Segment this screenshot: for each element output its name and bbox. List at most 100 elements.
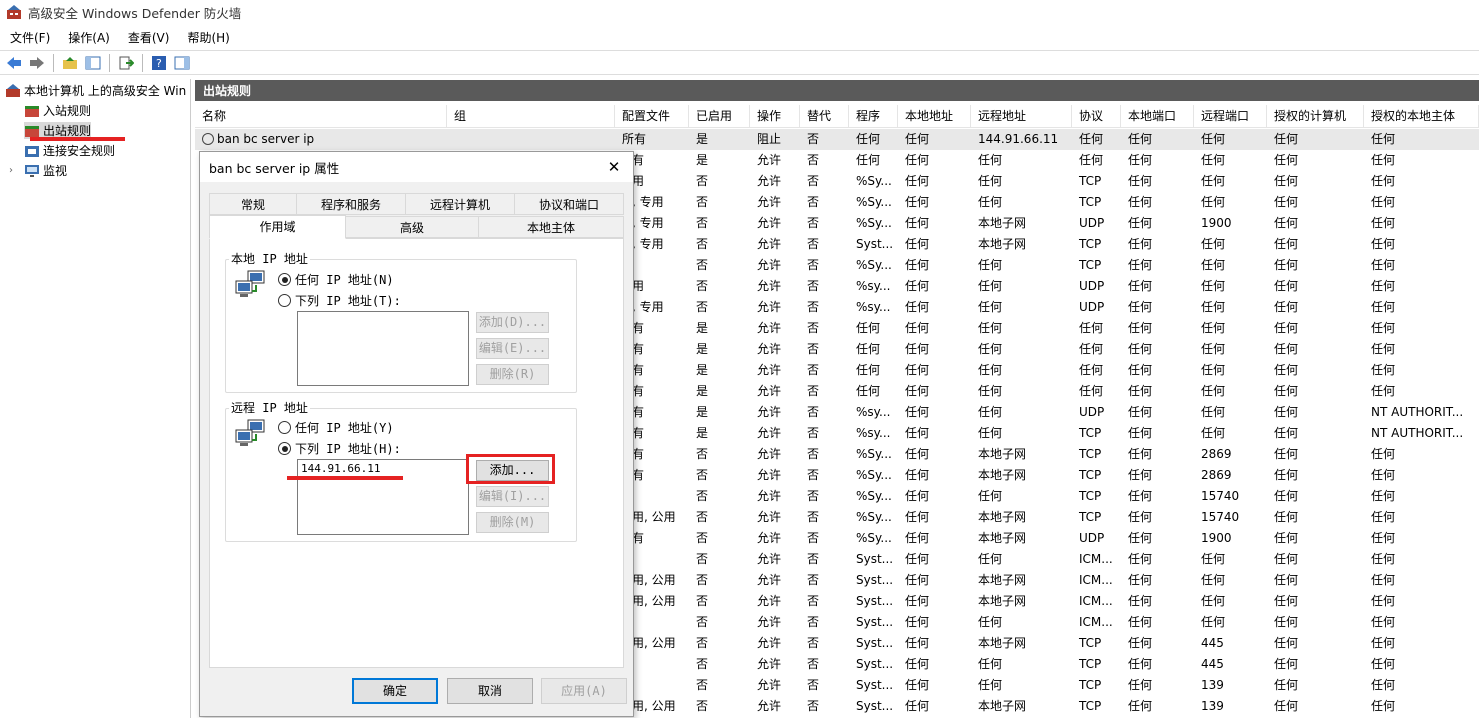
up-folder-icon[interactable] [60,53,80,72]
column-header[interactable]: 协议 [1072,105,1121,128]
remote-edit-button[interactable]: 编辑(I)... [476,486,549,507]
column-header[interactable]: 本地地址 [898,105,971,128]
table-cell: 本地子网 [978,468,1027,482]
menu-help[interactable]: 帮助(H) [177,29,237,46]
column-header[interactable]: 操作 [750,105,800,128]
table-cell: 否 [807,237,820,251]
rule-name-cell: ban bc server ip [195,129,445,150]
cell-profile: 所有 [622,132,647,146]
table-cell: 允许 [757,510,782,524]
tree-root[interactable]: 本地计算机 上的高级安全 Win [5,82,186,99]
cell-local: 任何 [905,132,930,146]
tree-item-monitoring[interactable]: › 监视 [9,162,67,179]
column-header[interactable]: 远程端口 [1194,105,1267,128]
table-cell: 任何 [1128,321,1153,335]
column-header[interactable]: 远程地址 [971,105,1072,128]
table-cell: 任何 [856,384,881,398]
column-header[interactable]: 本地端口 [1121,105,1194,128]
column-header[interactable]: 配置文件 [615,105,689,128]
tab-scope[interactable]: 作用域 [209,215,346,239]
tab-local-principals[interactable]: 本地主体 [478,216,624,238]
local-list-ip-radio[interactable]: 下列 IP 地址(T): [278,292,401,309]
column-header[interactable]: 替代 [800,105,849,128]
tab-advanced[interactable]: 高级 [345,216,479,238]
column-header[interactable]: 程序 [849,105,898,128]
table-cell: 是 [696,363,709,377]
cell-action: 阻止 [757,132,782,146]
pane-title: 出站规则 [195,80,1479,101]
tab-general[interactable]: 常规 [209,193,297,215]
column-header[interactable]: 授权的本地主体 [1364,105,1479,128]
remote-list-ip-radio[interactable]: 下列 IP 地址(H): [278,440,401,457]
table-cell: 允许 [757,321,782,335]
table-cell: 否 [807,615,820,629]
show-hide-tree-icon[interactable] [83,53,103,72]
remote-remove-button[interactable]: 删除(M) [476,512,549,533]
tab-programs-services[interactable]: 程序和服务 [296,193,406,215]
table-cell: 任何 [1371,699,1396,713]
table-cell: TCP [1079,468,1102,482]
remote-ip-entry[interactable]: 144.91.66.11 [301,462,380,475]
table-cell: 用 [632,174,645,188]
column-header[interactable]: 已启用 [689,105,750,128]
table-cell: 任何 [905,426,930,440]
radio-indicator [278,421,291,434]
toolbar-separator [53,53,54,72]
table-cell: 2869 [1201,447,1232,461]
table-cell: 否 [696,636,709,650]
table-cell: 允许 [757,657,782,671]
table-cell: 任何 [1128,615,1153,629]
back-icon[interactable] [4,53,24,72]
cancel-button[interactable]: 取消 [447,678,533,704]
tree-item-inbound-rules[interactable]: 入站规则 [24,102,91,119]
table-cell: 有 [632,405,645,419]
table-cell: TCP [1079,699,1102,713]
table-cell: 任何 [1274,384,1299,398]
table-cell: 否 [696,552,709,566]
table-cell: 允许 [757,531,782,545]
close-icon[interactable]: ✕ [603,156,625,178]
remote-any-ip-radio[interactable]: 任何 IP 地址(Y) [278,419,394,436]
table-cell: 否 [696,531,709,545]
table-cell: 任何 [905,657,930,671]
table-cell: TCP [1079,510,1102,524]
table-cell: 是 [696,321,709,335]
tab-protocols-ports[interactable]: 协议和端口 [514,193,624,215]
table-cell: 任何 [905,174,930,188]
table-cell: 允许 [757,279,782,293]
tree-item-connection-security-rules[interactable]: 连接安全规则 [24,142,115,159]
table-cell: 任何 [1201,615,1226,629]
menu-action[interactable]: 操作(A) [58,29,118,46]
chevron-right-icon[interactable]: › [9,165,21,176]
table-cell: 任何 [905,594,930,608]
column-header[interactable]: 组 [447,105,615,128]
tab-remote-computers[interactable]: 远程计算机 [405,193,515,215]
table-cell: 任何 [1128,405,1153,419]
forward-icon[interactable] [27,53,47,72]
column-header[interactable]: 授权的计算机 [1267,105,1364,128]
table-cell: 任何 [1274,258,1299,272]
local-edit-button[interactable]: 编辑(E)... [476,338,549,359]
local-remove-button[interactable]: 删除(R) [476,364,549,385]
help-icon[interactable]: ? [149,53,169,72]
local-ip-list[interactable] [297,311,469,386]
local-add-button[interactable]: 添加(D)... [476,312,549,333]
table-cell: 任何 [1128,552,1153,566]
apply-button[interactable]: 应用(A) [541,678,627,704]
menu-file[interactable]: 文件(F) [0,29,58,46]
table-cell: 否 [696,510,709,524]
menu-view[interactable]: 查看(V) [118,29,178,46]
remote-ip-list[interactable]: 144.91.66.11 [297,459,469,535]
table-cell: %Sy... [856,510,892,524]
table-cell: 任何 [1128,258,1153,272]
table-cell: 任何 [978,195,1003,209]
table-cell: 任何 [1274,594,1299,608]
table-row-selected[interactable]: ban bc server ip 所有 是 阻止 否 任何 任何 144.91.… [195,129,1479,150]
action-pane-icon[interactable] [172,53,192,72]
local-any-ip-radio[interactable]: 任何 IP 地址(N) [278,271,394,288]
table-cell: 本地子网 [978,447,1027,461]
column-header[interactable]: 名称 [195,105,447,128]
ok-button[interactable]: 确定 [352,678,438,704]
table-cell: 本地子网 [978,699,1027,713]
export-list-icon[interactable] [116,53,136,72]
